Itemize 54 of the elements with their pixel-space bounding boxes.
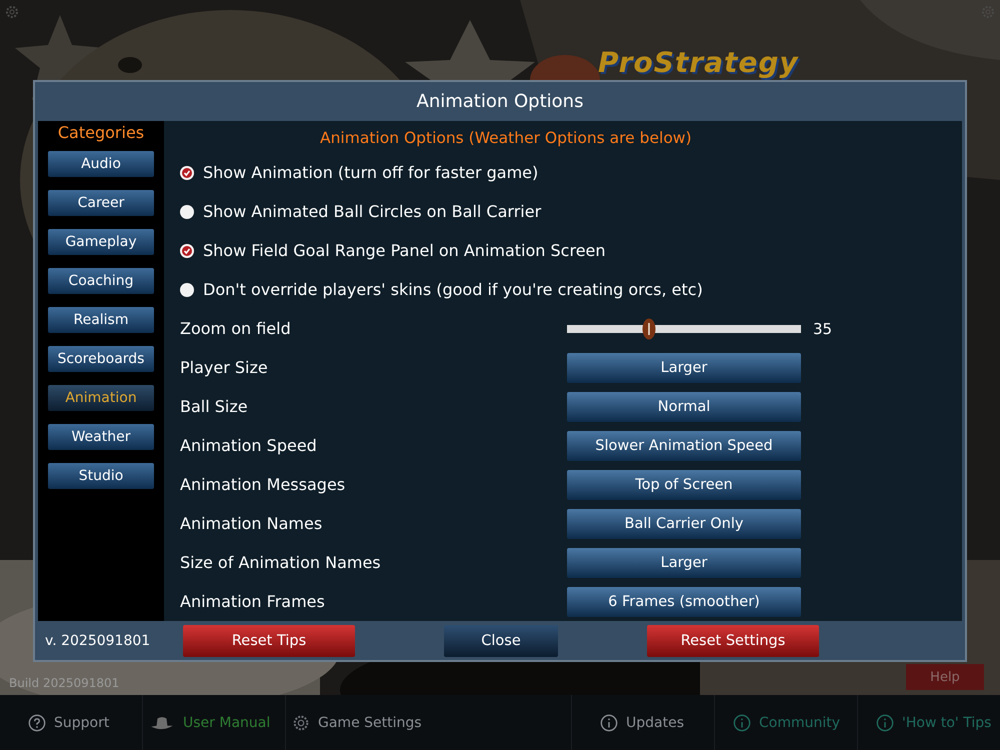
- setting-label: Size of Animation Names: [180, 553, 382, 572]
- checkbox[interactable]: [180, 282, 194, 297]
- option-button[interactable]: Larger: [567, 548, 801, 578]
- category-button[interactable]: Audio: [48, 151, 154, 178]
- option-button[interactable]: Normal: [567, 392, 801, 422]
- football-slider-thumb[interactable]: [642, 318, 656, 340]
- category-button[interactable]: Career: [48, 190, 154, 216]
- section-heading: Animation Options (Weather Options are below): [319, 128, 693, 150]
- option-label: Show Animated Ball Circles on Ball Carrier: [203, 202, 542, 222]
- setting-label: Player Size: [180, 358, 269, 378]
- category-button[interactable]: Animation: [48, 385, 154, 412]
- slider-value: 35: [813, 320, 832, 338]
- option-button[interactable]: Ball Carrier Only: [567, 508, 801, 539]
- category-button[interactable]: Scoreboards: [48, 346, 154, 372]
- checkbox[interactable]: [180, 204, 194, 219]
- logo: ProStrategy: [598, 46, 799, 79]
- setting-label: Zoom on field: [180, 319, 292, 338]
- setting-label: Animation Speed: [180, 436, 318, 456]
- categories-title: Categories: [58, 123, 144, 142]
- setting-label: Animation Names: [180, 514, 324, 534]
- bottom-bar-item[interactable]: User Manual: [143, 695, 286, 750]
- checkbox[interactable]: [180, 166, 194, 180]
- info-icon: [600, 714, 618, 732]
- option-button[interactable]: Slower Animation Speed: [567, 430, 801, 461]
- category-button[interactable]: Realism: [48, 307, 154, 334]
- dialog-button[interactable]: Reset Tips: [183, 624, 355, 657]
- checkmark-icon: [182, 168, 192, 178]
- info-icon: [876, 714, 894, 732]
- setting-label: Animation Frames: [180, 592, 326, 612]
- setting-label: Animation Messages: [180, 475, 346, 494]
- checkbox[interactable]: [180, 244, 194, 258]
- category-button[interactable]: Gameplay: [48, 229, 154, 256]
- category-button[interactable]: Studio: [48, 463, 154, 490]
- dialog-title: Animation Options: [416, 90, 584, 114]
- option-button[interactable]: Top of Screen: [567, 470, 801, 500]
- option-button[interactable]: Larger: [567, 352, 801, 383]
- category-button[interactable]: Weather: [48, 424, 154, 450]
- bottom-bar-item[interactable]: Game Settings: [286, 695, 572, 750]
- build-label: Build 2025091801: [9, 676, 120, 690]
- settings-icon: [292, 714, 310, 732]
- setting-label: Ball Size: [180, 397, 249, 416]
- info-icon: [733, 714, 751, 732]
- category-button[interactable]: Coaching: [48, 268, 154, 294]
- dialog-button[interactable]: Reset Settings: [647, 624, 819, 657]
- dialog-button[interactable]: Close: [444, 624, 558, 657]
- checkmark-icon: [182, 246, 192, 256]
- help-icon: [28, 714, 46, 732]
- option-label: Show Field Goal Range Panel on Animation Screen: [203, 241, 606, 260]
- option-button[interactable]: 6 Frames (smoother): [567, 586, 801, 617]
- option-label: Show Animation (turn off for faster game): [203, 163, 538, 182]
- bottom-bar-item[interactable]: Support: [0, 695, 143, 750]
- version-label: v. 2025091801: [45, 632, 152, 649]
- option-label: Don't override players' skins (good if you're creating orcs, etc): [203, 280, 703, 300]
- bottom-bar-item[interactable]: Updates: [572, 695, 715, 750]
